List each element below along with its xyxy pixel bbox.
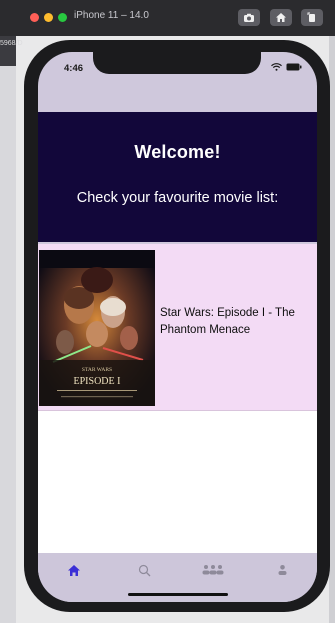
close-window-button[interactable] — [30, 13, 39, 22]
poster-caption: EPISODE I — [74, 376, 121, 387]
desktop-path-text: 5968/D — [0, 40, 23, 47]
status-time: 4:46 — [64, 63, 84, 74]
simulator-title: iPhone 11 – 14.0 — [74, 10, 149, 21]
home-icon — [68, 564, 80, 576]
camera-icon — [244, 13, 254, 22]
tab-profile[interactable] — [262, 559, 302, 581]
tab-groups[interactable] — [193, 559, 233, 581]
iphone-frame: 4:46 Welcome! Check your favourite movie… — [24, 40, 330, 612]
bottom-tab-bar — [38, 553, 317, 602]
simulator-titlebar: iPhone 11 – 14.0 — [0, 0, 335, 36]
home-icon — [276, 13, 286, 22]
desktop-background-left — [0, 36, 16, 623]
tab-home[interactable] — [54, 559, 94, 581]
phone-notch — [93, 52, 261, 74]
rotate-icon — [307, 12, 315, 22]
battery-icon — [286, 63, 302, 71]
movie-poster: STAR WARS EPISODE I — [39, 250, 155, 406]
welcome-subtitle: Check your favourite movie list: — [76, 190, 279, 206]
wifi-icon — [271, 63, 282, 71]
zoom-window-button[interactable] — [58, 13, 67, 22]
phone-screen: 4:46 Welcome! Check your favourite movie… — [38, 52, 317, 602]
minimize-window-button[interactable] — [44, 13, 53, 22]
search-icon — [138, 564, 150, 576]
welcome-header: Welcome! Check your favourite movie list… — [38, 112, 317, 242]
movie-list-empty-area — [38, 411, 317, 553]
home-button[interactable] — [270, 9, 292, 26]
home-indicator[interactable] — [128, 593, 228, 596]
svg-text:STAR WARS: STAR WARS — [82, 367, 112, 373]
movie-list-item[interactable]: STAR WARS EPISODE I Star Wars: Episode I… — [38, 244, 317, 411]
person-icon — [278, 565, 286, 575]
rotate-button[interactable] — [301, 9, 323, 26]
simulator-screen: iPhone 11 – 14.0 5968/D 4:46 Welcome! Ch… — [0, 0, 335, 623]
screenshot-button[interactable] — [238, 9, 260, 26]
poster-illustration: STAR WARS EPISODE I — [39, 250, 155, 406]
status-icons — [271, 63, 302, 71]
tab-search[interactable] — [124, 559, 164, 581]
people-icon — [202, 565, 224, 575]
movie-title: Star Wars: Episode I - The Phantom Menac… — [160, 307, 295, 336]
welcome-title: Welcome! — [134, 142, 221, 162]
